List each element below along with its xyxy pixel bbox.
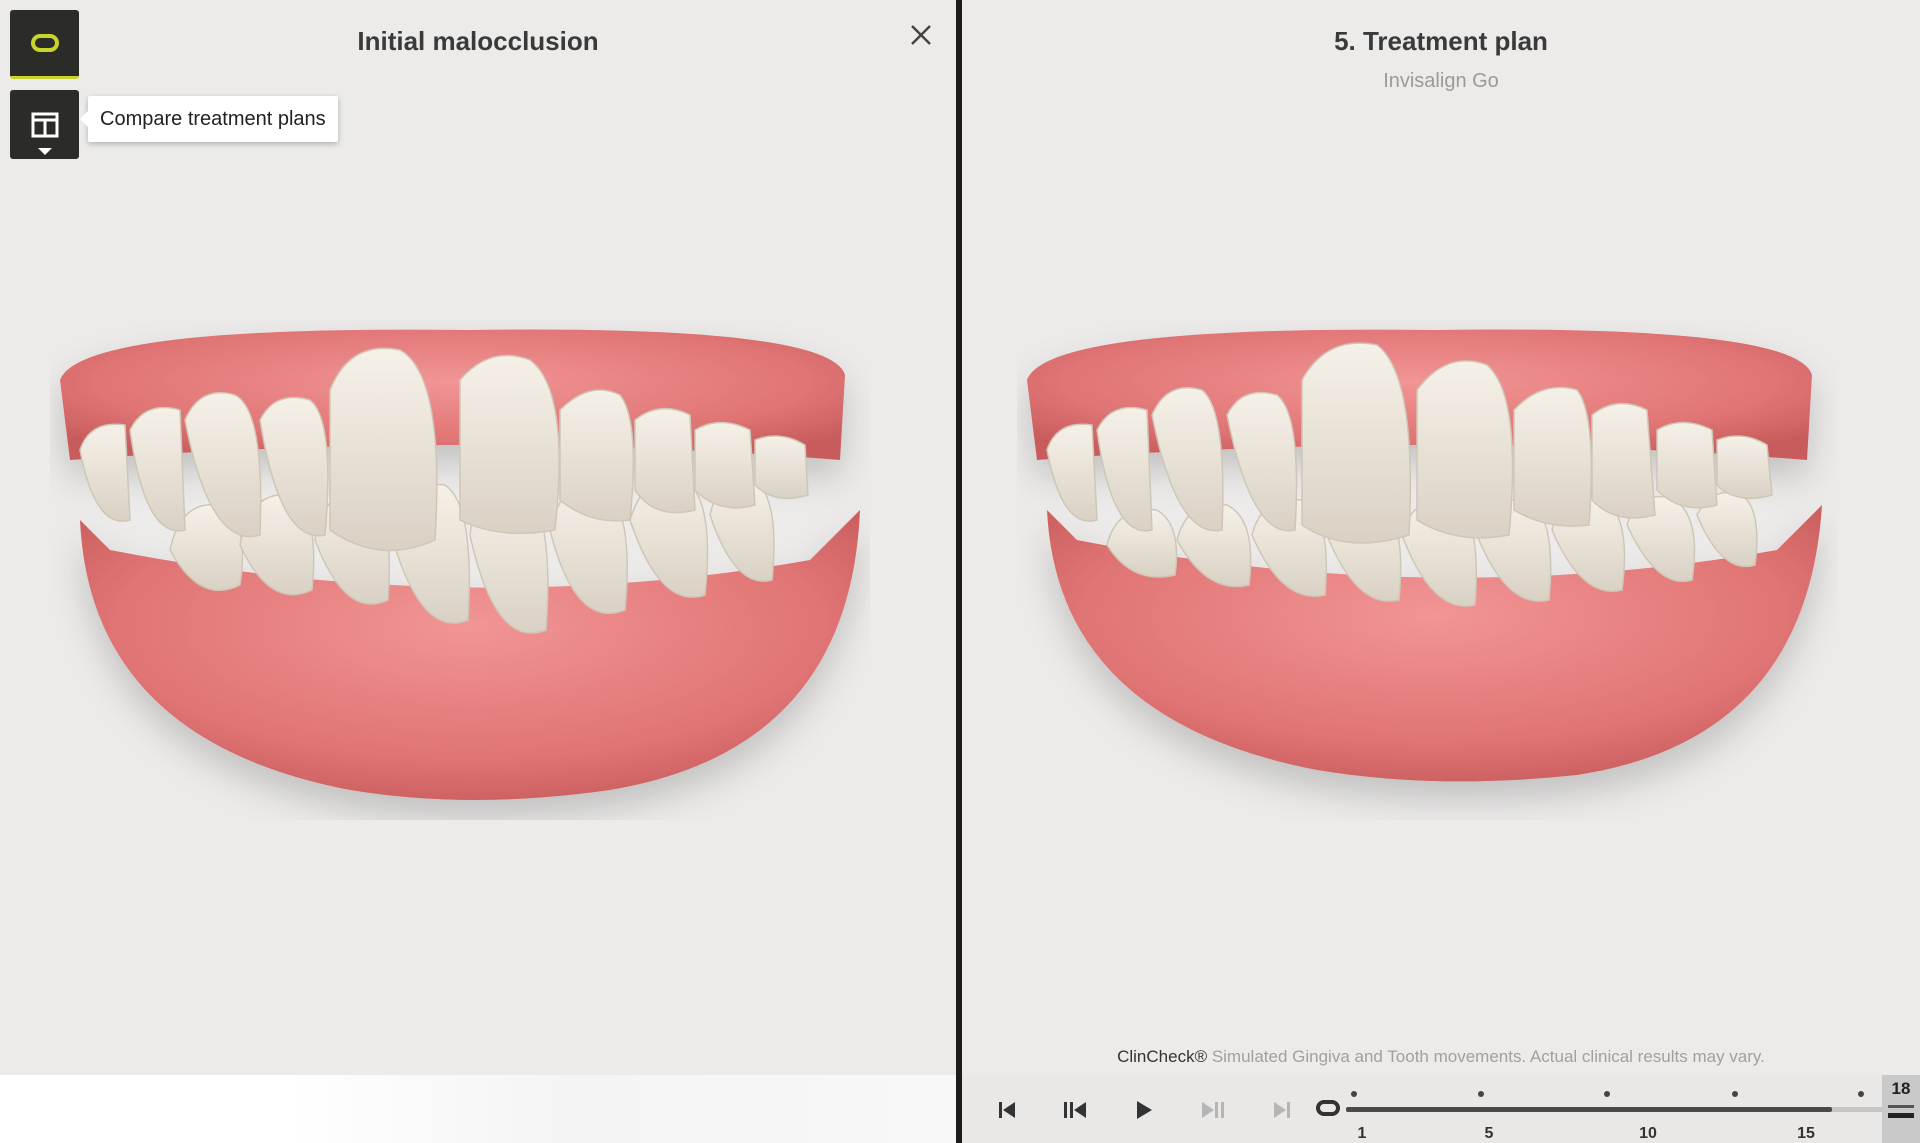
timeline-label: 5 (1484, 1125, 1494, 1142)
single-view-button[interactable] (10, 10, 79, 79)
panel-title-left: Initial malocclusion (357, 26, 599, 56)
current-stage-number: 18 (1891, 1079, 1911, 1098)
split-view-icon (31, 112, 58, 137)
panel-title-right: 5. Treatment plan (1334, 26, 1548, 56)
current-stage-indicator[interactable]: 18 (1882, 1075, 1920, 1143)
timeline-toggle-icon[interactable] (1316, 1100, 1340, 1116)
step-forward-button[interactable] (1198, 1095, 1228, 1125)
skip-to-end-icon (1274, 1102, 1290, 1118)
timeline-dot (1351, 1091, 1357, 1097)
stage-timeline[interactable]: 1 5 10 15 (1346, 1083, 1896, 1143)
timeline-dot (1858, 1091, 1864, 1097)
step-back-icon (1064, 1102, 1086, 1118)
skip-to-start-icon (999, 1102, 1015, 1118)
play-button[interactable] (1129, 1095, 1159, 1125)
timeline-dot (1478, 1091, 1484, 1097)
timeline-progress (1346, 1107, 1832, 1112)
timeline-label: 15 (1797, 1125, 1815, 1142)
timeline-dot (1732, 1091, 1738, 1097)
bottom-bar-left (0, 1075, 956, 1143)
timeline-dot (1604, 1091, 1610, 1097)
dental-model-treatment[interactable] (1017, 320, 1837, 825)
step-forward-icon (1202, 1102, 1224, 1118)
skip-to-start-button[interactable] (992, 1095, 1022, 1125)
disclaimer: ClinCheck® Simulated Gingiva and Tooth m… (962, 1047, 1920, 1067)
stage-marker (1888, 1105, 1914, 1108)
close-button[interactable] (906, 20, 936, 50)
timeline-label: 1 (1357, 1125, 1367, 1142)
chevron-down-icon (38, 148, 52, 155)
split-view-button[interactable] (10, 90, 79, 159)
timeline-label: 10 (1639, 1125, 1657, 1142)
panel-subtitle-right: Invisalign Go (1383, 70, 1499, 92)
right-panel: 5. Treatment plan Invisalign Go ClinChec… (962, 0, 1920, 1143)
playback-controls: 1 5 10 15 18 (962, 1075, 1920, 1143)
step-back-button[interactable] (1060, 1095, 1090, 1125)
compare-plans-tooltip: Compare treatment plans (80, 96, 338, 142)
app: Initial malocclusion Compare treatment p… (0, 0, 1920, 1143)
disclaimer-text: Simulated Gingiva and Tooth movements. A… (1207, 1047, 1765, 1066)
stage-marker (1888, 1113, 1914, 1118)
single-view-icon (30, 34, 59, 52)
disclaimer-brand: ClinCheck® (1117, 1047, 1208, 1066)
play-icon (1137, 1101, 1152, 1119)
close-icon (911, 25, 931, 45)
left-panel: Initial malocclusion Compare treatment p… (0, 0, 956, 1143)
dental-model-initial[interactable] (50, 320, 870, 825)
skip-to-end-button[interactable] (1267, 1095, 1297, 1125)
